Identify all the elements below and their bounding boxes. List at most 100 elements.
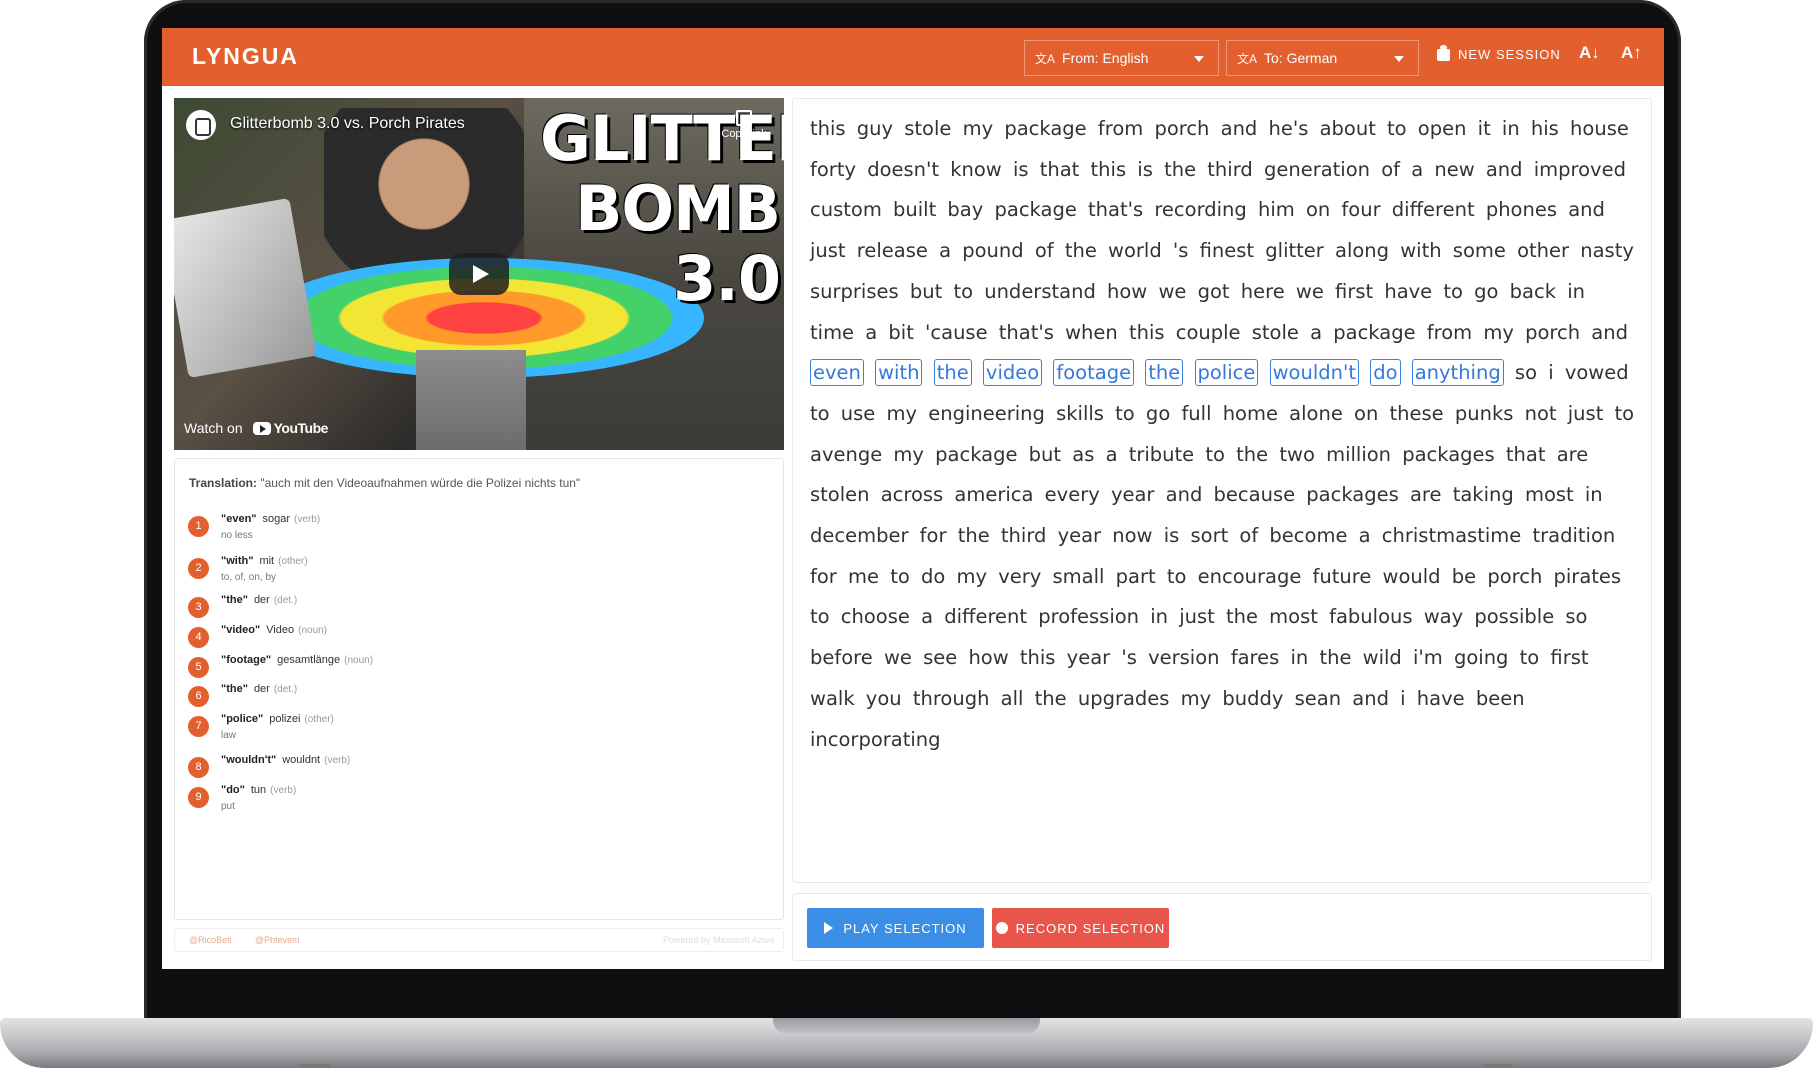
font-decrease-button[interactable]: A↓ xyxy=(1579,43,1600,63)
word-target: der xyxy=(253,594,270,606)
thumbnail-line: 3.0 xyxy=(673,242,781,315)
powered-by: Powered by Microsoft Azure xyxy=(662,935,775,945)
word-pos: (noun) xyxy=(298,625,328,636)
word-pos: (verb) xyxy=(294,514,321,525)
word-detail: "the" der (det.) xyxy=(221,592,297,618)
word-target: gesamtlänge xyxy=(277,654,341,666)
word-item[interactable]: 5 "footage" gesamtlänge (noun) xyxy=(188,652,373,678)
video-title[interactable]: Glitterbomb 3.0 vs. Porch Pirates xyxy=(230,115,465,133)
word-alternatives: law xyxy=(221,730,237,741)
word-detail: "the" der (det.) xyxy=(221,681,297,707)
selected-word[interactable]: wouldn't xyxy=(1269,359,1359,387)
chevron-down-icon xyxy=(1394,56,1404,62)
word-pos: (verb) xyxy=(270,785,297,796)
translate-icon: 文A xyxy=(1237,51,1258,66)
word-source: "police" xyxy=(221,713,264,725)
record-selection-label: RECORD SELECTION xyxy=(1015,920,1166,936)
selected-word[interactable]: do xyxy=(1370,359,1401,387)
new-session-button[interactable]: NEW SESSION xyxy=(1437,44,1561,62)
record-selection-button[interactable]: RECORD SELECTION xyxy=(992,908,1169,948)
translation-label: Translation: xyxy=(189,476,258,490)
word-item[interactable]: 7 "police" polizei (other) law xyxy=(188,711,334,744)
word-number: 9 xyxy=(188,787,209,808)
word-number: 5 xyxy=(188,657,209,678)
word-alternatives: no less xyxy=(221,530,253,541)
youtube-label: YouTube xyxy=(273,420,329,436)
word-item[interactable]: 1 "even" sogar (verb) no less xyxy=(188,511,320,544)
font-increase-button[interactable]: A↑ xyxy=(1621,43,1642,63)
copy-link-label: Copy link xyxy=(721,128,767,140)
selected-word[interactable]: anything xyxy=(1411,359,1504,387)
word-item[interactable]: 4 "video" Video (noun) xyxy=(188,622,327,648)
selected-word[interactable]: video xyxy=(982,359,1043,387)
play-icon[interactable] xyxy=(449,253,509,295)
word-target: mit xyxy=(259,555,275,567)
package-box-image xyxy=(174,197,317,379)
word-row: "even" sogar (verb) xyxy=(221,511,320,528)
word-detail: "footage" gesamtlänge (noun) xyxy=(221,652,373,678)
translation-text: "auch mit den Videoaufnahmen würde die P… xyxy=(260,476,581,490)
pedestal-image xyxy=(416,350,526,450)
brand-logo: LYNGUA xyxy=(192,43,299,69)
translation-panel: Translation: "auch mit den Videoaufnahme… xyxy=(174,458,784,920)
word-item[interactable]: 8 "wouldn't" wouldnt (verb) xyxy=(188,752,350,778)
watch-on-youtube-link[interactable]: Watch on YouTube xyxy=(184,420,328,436)
word-number: 4 xyxy=(188,627,209,648)
play-selection-button[interactable]: PLAY SELECTION xyxy=(807,908,984,948)
play-icon xyxy=(824,922,834,934)
app-screen: LYNGUA 文A From: English 文A To: German NE… xyxy=(162,28,1664,969)
camera-icon xyxy=(1437,44,1450,61)
word-source: "wouldn't" xyxy=(221,754,277,766)
selected-word[interactable]: the xyxy=(1145,359,1184,387)
word-number: 2 xyxy=(188,558,209,579)
word-number: 8 xyxy=(188,757,209,778)
word-alternatives: to, of, on, by xyxy=(221,572,277,583)
word-source: "the" xyxy=(221,594,248,606)
selected-word[interactable]: footage xyxy=(1053,359,1135,387)
selected-word[interactable]: even xyxy=(810,359,864,387)
word-source: "even" xyxy=(221,513,257,525)
word-pos: (noun) xyxy=(344,655,374,666)
word-pos: (other) xyxy=(304,714,334,725)
word-detail: "police" polizei (other) law xyxy=(221,711,334,744)
word-target: der xyxy=(253,683,270,695)
word-row: "police" polizei (other) xyxy=(221,711,334,728)
word-detail: "video" Video (noun) xyxy=(221,622,327,648)
from-language-select[interactable]: 文A From: English xyxy=(1024,40,1219,76)
channel-avatar-icon[interactable] xyxy=(186,110,216,140)
word-pos: (det.) xyxy=(273,684,298,695)
laptop-foot xyxy=(1483,1064,1513,1068)
selected-word[interactable]: with xyxy=(875,359,923,387)
word-pos: (other) xyxy=(278,556,308,567)
word-item[interactable]: 6 "the" der (det.) xyxy=(188,681,297,707)
credit-link[interactable]: @Phtevem xyxy=(255,935,300,945)
word-item[interactable]: 3 "the" der (det.) xyxy=(188,592,297,618)
word-target: polizei xyxy=(269,713,301,725)
word-row: "the" der (det.) xyxy=(221,592,297,609)
selected-word[interactable]: police xyxy=(1194,359,1259,387)
word-row: "do" tun (verb) xyxy=(221,782,296,799)
word-source: "do" xyxy=(221,784,245,796)
copy-icon xyxy=(736,110,752,126)
transcript-text[interactable]: this guy stole my package from porch and… xyxy=(810,109,1640,760)
to-language-label: To: German xyxy=(1264,50,1338,66)
word-row: "the" der (det.) xyxy=(221,681,297,698)
selected-word[interactable]: the xyxy=(933,359,972,387)
selection-actions: PLAY SELECTION RECORD SELECTION xyxy=(792,893,1652,961)
word-item[interactable]: 9 "do" tun (verb) put xyxy=(188,782,296,815)
to-language-select[interactable]: 文A To: German xyxy=(1226,40,1419,76)
new-session-label: NEW SESSION xyxy=(1458,47,1561,62)
word-number: 7 xyxy=(188,716,209,737)
word-row: "wouldn't" wouldnt (verb) xyxy=(221,752,350,769)
top-bar: LYNGUA 文A From: English 文A To: German NE… xyxy=(162,28,1664,86)
laptop-foot xyxy=(300,1064,330,1068)
transcript-segment[interactable]: so i vowed to use my engineering skills … xyxy=(810,361,1634,750)
credit-link[interactable]: @RicoBeti xyxy=(189,935,232,945)
transcript-segment[interactable]: this guy stole my package from porch and… xyxy=(810,117,1634,344)
copy-link-button[interactable]: Copy link xyxy=(714,110,774,140)
word-source: "with" xyxy=(221,555,254,567)
video-player[interactable]: GLITTER BOMB 3.0 Glitterbomb 3.0 vs. Por… xyxy=(174,98,784,450)
word-number: 3 xyxy=(188,597,209,618)
word-item[interactable]: 2 "with" mit (other) to, of, on, by xyxy=(188,553,308,586)
word-number: 6 xyxy=(188,686,209,707)
